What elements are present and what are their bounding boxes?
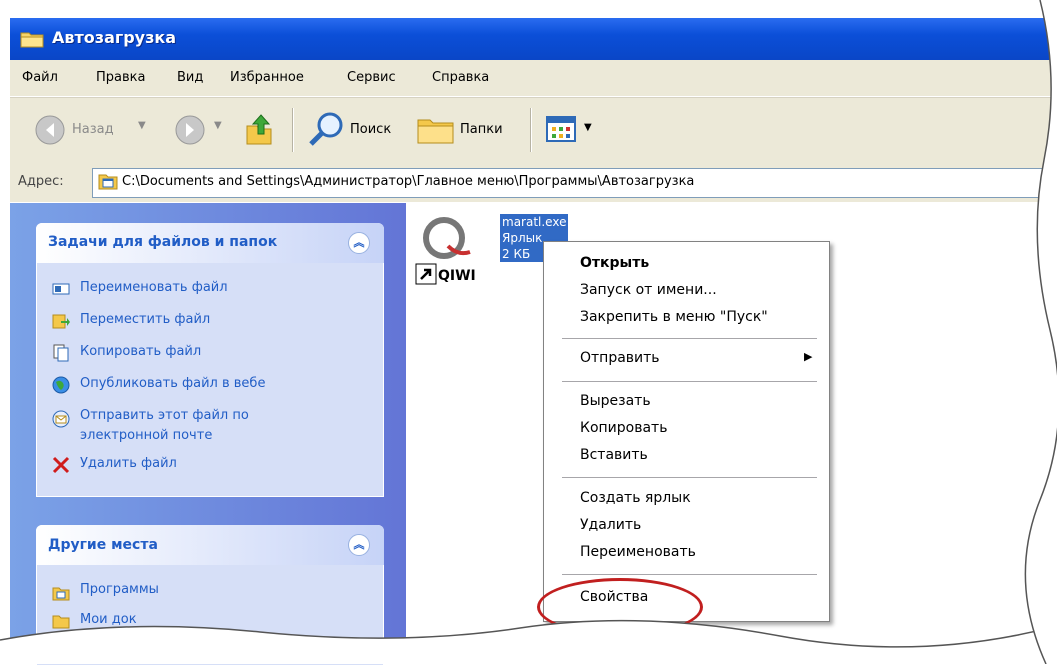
task-publish-web[interactable]: Опубликовать файл в вебе (80, 376, 265, 391)
menu-item-copy[interactable]: Копировать (580, 420, 667, 436)
menu-file[interactable]: Файл (22, 70, 58, 85)
menu-item-pin-start[interactable]: Закрепить в меню "Пуск" (580, 309, 768, 325)
search-icon[interactable] (306, 110, 346, 148)
other-places-title[interactable]: Другие места (48, 537, 158, 553)
task-send-email[interactable]: Отправить этот файл по (80, 408, 249, 423)
rename-icon (52, 283, 70, 295)
qiwi-logo-text: QIWI (438, 268, 476, 284)
collapse-chevron-icon[interactable]: ︽ (348, 232, 370, 254)
toolbar-separator (530, 108, 531, 152)
programs-folder-icon (98, 174, 118, 190)
folder-icon (20, 32, 44, 48)
forward-arrow-icon[interactable] (174, 114, 206, 146)
back-button-label[interactable]: Назад (72, 122, 114, 137)
menu-edit[interactable]: Правка (96, 70, 145, 85)
documents-icon (52, 615, 70, 629)
menu-help[interactable]: Справка (432, 70, 489, 85)
programs-folder-icon (52, 587, 70, 601)
toolbar-separator (292, 108, 293, 152)
menu-item-rename[interactable]: Переименовать (580, 544, 696, 560)
file-name: maratl.exe (502, 215, 567, 229)
back-arrow-icon[interactable] (34, 114, 66, 146)
chevron-down-icon[interactable]: ▼ (214, 120, 222, 131)
window-title: Автозагрузка (52, 28, 177, 47)
menu-item-send-to[interactable]: Отправить (580, 350, 660, 366)
menu-favorites[interactable]: Избранное (230, 70, 304, 85)
menu-separator (562, 477, 817, 478)
address-value: C:\Documents and Settings\Администратор\… (122, 174, 695, 189)
menu-item-cut[interactable]: Вырезать (580, 393, 651, 409)
menu-item-delete[interactable]: Удалить (580, 517, 641, 533)
view-mode-icon[interactable] (546, 116, 576, 142)
menu-separator (562, 338, 817, 339)
address-label: Адрес: (18, 174, 64, 189)
task-rename-file[interactable]: Переименовать файл (80, 280, 228, 295)
task-copy-file[interactable]: Копировать файл (80, 344, 201, 359)
toolbar (10, 97, 1057, 166)
file-tasks-title[interactable]: Задачи для файлов и папок (48, 234, 277, 250)
menu-item-create-shortcut[interactable]: Создать ярлык (580, 490, 691, 506)
menu-item-run-as[interactable]: Запуск от имени... (580, 282, 717, 298)
delete-icon (52, 456, 70, 474)
copy-icon (53, 344, 69, 362)
move-icon (52, 314, 70, 329)
folders-icon[interactable] (416, 112, 456, 146)
menu-item-open[interactable]: Открыть (580, 255, 649, 271)
chevron-down-icon[interactable]: ▼ (138, 120, 146, 131)
submenu-arrow-icon: ▶ (804, 350, 813, 363)
task-move-file[interactable]: Переместить файл (80, 312, 210, 327)
menu-separator (562, 574, 817, 575)
collapse-chevron-icon[interactable]: ︽ (348, 534, 370, 556)
menu-bar (10, 60, 1057, 97)
email-icon (52, 410, 70, 428)
explorer-window: Автозагрузка Файл Правка Вид Избранное С… (0, 0, 1057, 666)
place-programs[interactable]: Программы (80, 582, 159, 597)
search-button-label[interactable]: Поиск (350, 122, 391, 137)
menu-view[interactable]: Вид (177, 70, 203, 85)
publish-web-icon (52, 376, 70, 394)
up-folder-icon[interactable] (244, 112, 274, 146)
task-delete-file[interactable]: Удалить файл (80, 456, 177, 471)
task-send-email-line2[interactable]: электронной почте (80, 428, 212, 443)
chevron-down-icon[interactable]: ▼ (584, 122, 592, 133)
menu-item-paste[interactable]: Вставить (580, 447, 648, 463)
menu-separator (562, 381, 817, 382)
place-my-documents[interactable]: Мои док (80, 612, 137, 627)
annotation-circle (537, 578, 703, 636)
folders-button-label[interactable]: Папки (460, 122, 503, 137)
menu-tools[interactable]: Сервис (347, 70, 396, 85)
